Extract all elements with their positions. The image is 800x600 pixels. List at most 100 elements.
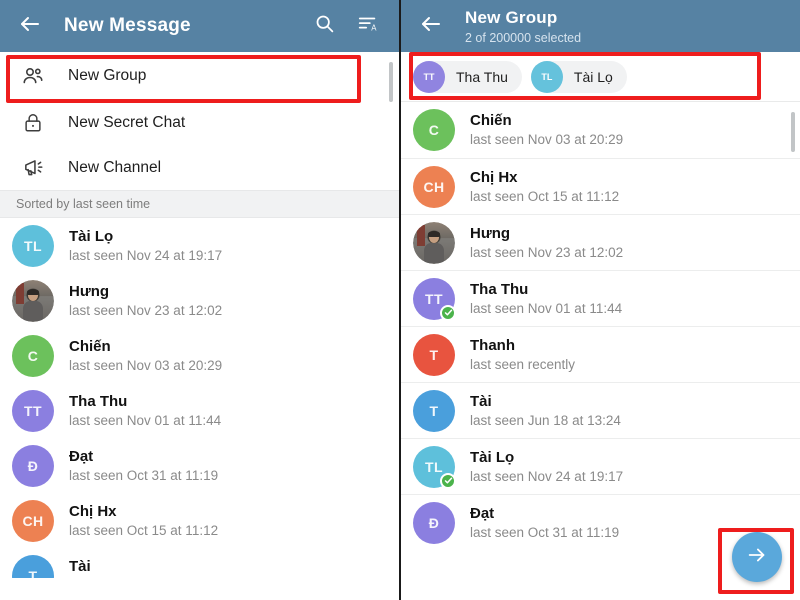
contact-name: Đạt <box>69 447 94 465</box>
lock-icon <box>16 112 50 134</box>
list-item-contact[interactable]: T Tài last seen Jun 18 at 13:24 <box>401 382 800 438</box>
sort-button[interactable]: A <box>355 13 381 39</box>
contact-text: Tài last seen Jun 18 at 13:24 <box>54 557 220 579</box>
contact-status: last seen Jun 18 at 13:24 <box>470 412 621 428</box>
contact-text: Tha Thu last seen Nov 01 at 11:44 <box>54 392 221 430</box>
contact-text: Thanh last seen recently <box>455 336 575 374</box>
right-list-scrollbar[interactable] <box>791 112 795 152</box>
list-item-contact[interactable]: Đ Đạt last seen Oct 31 at 11:19 <box>0 438 399 493</box>
menu-item-new-channel[interactable]: New Channel <box>0 145 399 190</box>
contact-status: last seen Nov 24 at 19:17 <box>470 468 624 484</box>
contact-name: Hưng <box>470 224 511 242</box>
list-item-contact[interactable]: TT Tha Thu last seen Nov 01 at 11:44 <box>0 383 399 438</box>
avatar-photo-hair <box>428 230 440 237</box>
contact-status: last seen Oct 15 at 11:12 <box>69 522 219 538</box>
contact-status: last seen Nov 03 at 20:29 <box>470 132 624 147</box>
left-appbar-title-wrap: New Message <box>50 15 311 37</box>
left-appbar: New Message A <box>0 0 399 52</box>
avatar: Đ <box>12 444 54 487</box>
avatar: T <box>413 389 455 432</box>
left-contact-list[interactable]: TL Tài Lọ last seen Nov 24 at 19:17 Hưng… <box>0 218 399 578</box>
avatar-initials: CH <box>423 178 445 195</box>
selection-count-label: 2 of 200000 selected <box>465 30 582 45</box>
right-contact-list[interactable]: C Chiến last seen Nov 03 at 20:29 CH Chị… <box>401 102 800 600</box>
list-item-contact[interactable]: T Thanh last seen recently <box>401 326 800 382</box>
avatar-initials: TL <box>425 458 443 475</box>
contact-text: Chị Hx last seen Oct 15 at 11:12 <box>455 168 619 206</box>
right-panel-new-group: New Group 2 of 200000 selected TT Tha Th… <box>401 0 800 600</box>
contact-name: Tài Lọ <box>470 448 515 466</box>
list-item-contact[interactable]: Hưng last seen Nov 23 at 12:02 <box>0 273 399 328</box>
contact-status: last seen Nov 03 at 20:29 <box>69 357 223 373</box>
avatar: T <box>12 554 54 579</box>
list-item-contact[interactable]: T Tài last seen Jun 18 at 13:24 <box>0 548 399 578</box>
menu-item-new-secret-chat[interactable]: New Secret Chat <box>0 100 399 145</box>
arrow-right-icon <box>746 544 768 571</box>
avatar: TL <box>413 445 456 489</box>
avatar: C <box>12 334 54 377</box>
page-title-new-message: New Message <box>64 15 191 36</box>
avatar <box>413 221 455 264</box>
avatar: CH <box>413 165 455 208</box>
avatar-initials: Đ <box>428 514 440 531</box>
screenshot-root: New Message A New Group New Secret Chat … <box>0 0 800 600</box>
contact-name: Hưng <box>69 282 110 300</box>
list-item-contact-selected[interactable]: TT Tha Thu last seen Nov 01 at 11:44 <box>401 270 800 326</box>
contact-name: Đạt <box>470 504 495 522</box>
list-item-contact[interactable]: C Chiến last seen Nov 03 at 20:29 <box>401 102 800 158</box>
right-appbar: New Group 2 of 200000 selected <box>401 0 800 52</box>
avatar-initials: TT <box>24 402 42 419</box>
contact-name: Chiến <box>69 337 111 355</box>
avatar <box>12 279 54 322</box>
search-button[interactable] <box>311 13 337 39</box>
list-item-contact[interactable]: Hưng last seen Nov 23 at 12:02 <box>401 214 800 270</box>
member-chip[interactable]: TL Tài Lọ <box>530 60 627 93</box>
avatar-initials: C <box>27 347 39 364</box>
chip-label: Tha Thu <box>456 68 508 85</box>
left-appbar-actions: A <box>311 13 389 39</box>
contact-name: Chị Hx <box>470 168 518 186</box>
avatar-initials: T <box>429 346 439 363</box>
sort-alphabetically-icon: A <box>357 13 379 40</box>
contact-status: last seen recently <box>470 356 576 372</box>
back-button-new-message[interactable] <box>10 6 50 46</box>
right-appbar-title-wrap: New Group 2 of 200000 selected <box>451 7 790 46</box>
list-item-contact[interactable]: CH Chị Hx last seen Oct 15 at 11:12 <box>401 158 800 214</box>
contact-text: Hưng last seen Nov 23 at 12:02 <box>54 282 222 320</box>
back-button-new-group[interactable] <box>411 6 451 46</box>
contact-status: last seen Nov 23 at 12:02 <box>69 302 223 318</box>
contact-status: last seen Oct 15 at 11:12 <box>470 188 620 204</box>
chip-label: Tài Lọ <box>573 68 613 85</box>
list-item-contact[interactable]: CH Chị Hx last seen Oct 15 at 11:12 <box>0 493 399 548</box>
left-list-scrollbar[interactable] <box>389 62 393 102</box>
contact-name: Tài <box>69 557 91 575</box>
member-chip[interactable]: TT Tha Thu <box>413 60 522 93</box>
menu-item-new-group[interactable]: New Group <box>0 52 399 100</box>
menu-item-label: New Channel <box>68 158 162 176</box>
contact-name: Chiến <box>470 112 512 129</box>
next-step-fab-button[interactable] <box>732 532 782 582</box>
contact-name: Thanh <box>470 336 515 354</box>
avatar-initials: T <box>28 567 38 579</box>
list-item-contact-selected[interactable]: TL Tài Lọ last seen Nov 24 at 19:17 <box>401 438 800 494</box>
contact-status: last seen Nov 24 at 19:17 <box>69 247 223 263</box>
menu-item-label: New Group <box>68 67 147 84</box>
avatar-initials: TT <box>425 290 443 307</box>
avatar: TL <box>12 224 54 267</box>
list-item-contact[interactable]: TL Tài Lọ last seen Nov 24 at 19:17 <box>0 218 399 273</box>
contact-text: Chiến last seen Nov 03 at 20:29 <box>455 111 623 149</box>
contact-text: Chiến last seen Nov 03 at 20:29 <box>54 337 222 375</box>
contact-text: Đạt last seen Oct 31 at 11:19 <box>54 447 218 485</box>
search-icon <box>314 13 335 39</box>
contact-text: Tha Thu last seen Nov 01 at 11:44 <box>455 280 622 318</box>
avatar-initials: CH <box>22 512 44 529</box>
list-item-contact[interactable]: C Chiến last seen Nov 03 at 20:29 <box>0 328 399 383</box>
avatar-initials: T <box>429 402 439 419</box>
contact-status: last seen Jun 18 at 13:24 <box>69 577 220 579</box>
section-header-sorted-by: Sorted by last seen time <box>0 190 399 218</box>
avatar: TT <box>413 277 456 321</box>
selected-check-icon <box>440 472 456 489</box>
contact-text: Chị Hx last seen Oct 15 at 11:12 <box>54 502 218 540</box>
contact-status: last seen Nov 23 at 12:02 <box>470 244 624 260</box>
avatar-photo-hair <box>27 288 39 295</box>
